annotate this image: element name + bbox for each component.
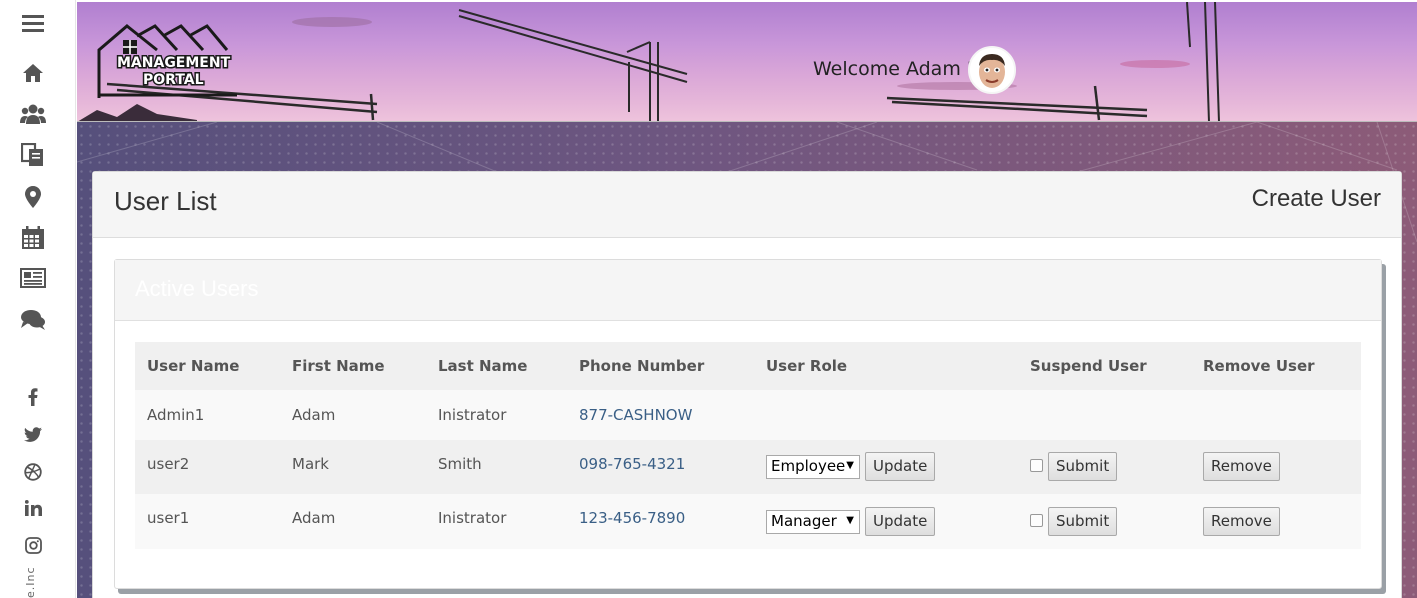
table-header-row: User Name First Name Last Name Phone Num… [135,342,1361,390]
home-icon[interactable] [20,60,46,86]
last-name-cell: Inistrator [438,509,507,527]
panel-title: Active Users [135,276,259,301]
column-header: Remove User [1203,357,1315,375]
suspend-checkbox[interactable] [1030,514,1043,527]
user-role-value: Manager [771,512,837,530]
location-icon[interactable] [20,184,46,210]
facebook-icon[interactable] [23,387,43,407]
chat-icon[interactable] [20,307,46,333]
column-header: User Name [147,357,240,375]
user-role-value: Employee [771,457,846,475]
avatar[interactable] [968,46,1016,94]
suspend-submit-button[interactable]: Submit [1048,507,1118,536]
sidebar: e.Inc [0,0,76,598]
linkedin-icon[interactable] [23,498,43,518]
table-row: Admin1 Adam Inistrator 877-CASHNOW [135,390,1361,440]
column-header: Last Name [438,357,528,375]
phone-link[interactable]: 098-765-4321 [579,455,685,473]
users-table: User Name First Name Last Name Phone Num… [135,342,1361,549]
documents-icon[interactable] [20,142,46,168]
table-row: user2 Mark Smith 098-765-4321 Employee ▼… [135,440,1361,494]
logo-line-2: PORTAL [143,72,204,88]
menu-icon[interactable] [20,10,46,36]
remove-user-button[interactable]: Remove [1203,452,1280,481]
create-user-link[interactable]: Create User [1252,185,1381,213]
twitter-icon[interactable] [23,424,43,444]
copyright-text: e.Inc [24,566,37,598]
active-users-panel: Active Users User Name First Name Last N… [114,259,1382,589]
column-header: First Name [292,357,385,375]
dropdown-arrow-icon: ▼ [846,460,854,471]
page-title: User List [114,186,217,216]
update-role-button[interactable]: Update [865,452,936,481]
welcome-text: Welcome Adam I [813,58,973,80]
dribbble-icon[interactable] [23,462,43,482]
user-role-select[interactable]: Manager ▼ [766,510,860,534]
management-portal-logo[interactable]: MANAGEMENT PORTAL [97,20,243,100]
instagram-icon[interactable] [23,535,43,555]
last-name-cell: Smith [438,455,482,473]
page: e.Inc MANAGEMENT PORTAL Welcome Adam I U… [0,0,1417,598]
banner-background [78,2,1220,121]
panel-header: Active Users [115,260,1381,321]
column-header: Phone Number [579,357,705,375]
username-cell: user2 [147,455,190,473]
calendar-icon[interactable] [20,225,46,251]
dropdown-arrow-icon: ▼ [846,515,854,526]
user-list-card: User List Create User Active Users User … [92,171,1402,598]
table-row: user1 Adam Inistrator 123-456-7890 Manag… [135,494,1361,549]
card-header: User List Create User [93,172,1401,238]
phone-link[interactable]: 877-CASHNOW [579,406,692,424]
remove-user-button[interactable]: Remove [1203,507,1280,536]
header-banner: MANAGEMENT PORTAL Welcome Adam I [77,2,1417,122]
last-name-cell: Inistrator [438,406,507,424]
column-header: Suspend User [1030,357,1147,375]
username-cell: user1 [147,509,190,527]
suspend-checkbox[interactable] [1030,459,1043,472]
user-role-select[interactable]: Employee ▼ [766,455,860,479]
suspend-submit-button[interactable]: Submit [1048,452,1118,481]
logo-line-1: MANAGEMENT [117,55,231,71]
news-icon[interactable] [20,265,46,291]
column-header: User Role [766,357,848,375]
first-name-cell: Mark [292,455,329,473]
first-name-cell: Adam [292,406,336,424]
first-name-cell: Adam [292,509,336,527]
update-role-button[interactable]: Update [865,507,936,536]
phone-link[interactable]: 123-456-7890 [579,509,685,527]
users-icon[interactable] [20,101,46,127]
username-cell: Admin1 [147,406,205,424]
